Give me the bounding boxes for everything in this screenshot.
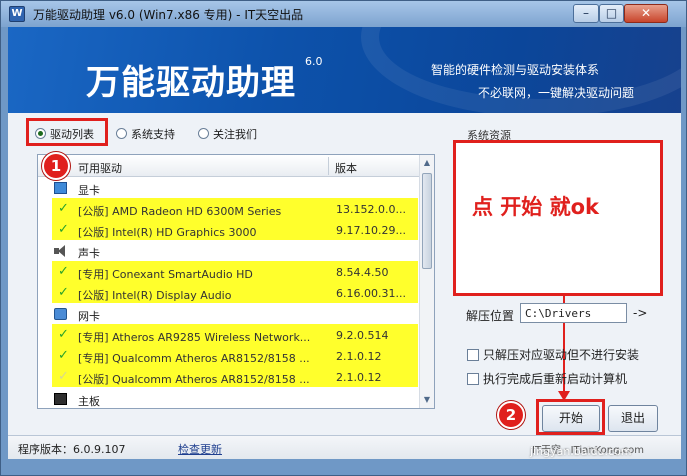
- option-extract-only[interactable]: 只解压对应驱动但不进行安装: [467, 346, 639, 363]
- driver-name: [公版] AMD Radeon HD 6300M Series: [78, 205, 282, 218]
- maximize-button[interactable]: □: [599, 4, 624, 23]
- driver-name: [专用] Atheros AR9285 Wireless Network...: [78, 331, 311, 344]
- driver-version: 2.1.0.12: [336, 371, 382, 384]
- step-badge-2: 2: [497, 401, 525, 429]
- group-label: 网卡: [78, 310, 100, 323]
- group-row-motherboard[interactable]: 主板: [38, 389, 420, 408]
- checkbox[interactable]: [467, 373, 479, 385]
- header-banner: 万能驱动助理 6.0 智能的硬件检测与驱动安装体系 不必联网，一键解决驱动问题: [8, 27, 681, 113]
- option-label: 只解压对应驱动但不进行安装: [483, 348, 640, 362]
- extract-path-input[interactable]: [520, 303, 627, 323]
- check-update-link[interactable]: 检查更新: [178, 441, 222, 457]
- extract-path-label: 解压位置: [466, 309, 515, 323]
- driver-row[interactable]: ✓ [专用] Atheros AR9285 Wireless Network..…: [38, 325, 420, 346]
- group-label: 声卡: [78, 247, 100, 260]
- program-version: 程序版本：6.0.9.107: [18, 443, 126, 456]
- driver-row[interactable]: ✓ [专用] Qualcomm Atheros AR8152/8158 ... …: [38, 346, 420, 367]
- column-header-version[interactable]: 版本: [335, 160, 357, 176]
- list-scrollbar[interactable]: ▲ ▼: [419, 155, 434, 408]
- annotation-box-radio: [26, 118, 108, 146]
- check-icon: ✓: [58, 264, 69, 279]
- checkbox[interactable]: [467, 349, 479, 361]
- banner-title: 万能驱动助理: [86, 63, 296, 103]
- window-title: 万能驱动助理 v6.0 (Win7.x86 专用) - IT天空出品: [33, 8, 304, 22]
- driver-row[interactable]: ✓ [公版] Qualcomm Atheros AR8152/8158 ... …: [38, 367, 420, 388]
- group-label: 显卡: [78, 184, 100, 197]
- group-row-audio[interactable]: 声卡: [38, 241, 420, 262]
- banner-version: 6.0: [305, 55, 323, 68]
- driver-row[interactable]: ✓ [专用] Conexant SmartAudio HD 8.54.4.50: [38, 262, 420, 283]
- driver-name: [专用] Qualcomm Atheros AR8152/8158 ...: [78, 352, 310, 365]
- column-header-driver[interactable]: 可用驱动: [78, 160, 122, 176]
- radio-system-support[interactable]: 系统支持: [116, 126, 175, 142]
- column-separator: [328, 157, 329, 175]
- close-button[interactable]: ✕: [624, 4, 668, 23]
- driver-row[interactable]: ✓ [公版] Intel(R) Display Audio 6.16.00.31…: [38, 283, 420, 304]
- check-icon: ✓: [58, 369, 69, 384]
- option-label: 执行完成后重新启动计算机: [483, 372, 628, 386]
- driver-version: 13.152.0.0...: [336, 203, 406, 216]
- scroll-up-arrow-icon[interactable]: ▲: [421, 156, 433, 170]
- minimize-button[interactable]: –: [573, 4, 599, 23]
- check-icon: ✓: [58, 285, 69, 300]
- check-icon: ✓: [58, 222, 69, 237]
- check-icon: ✓: [58, 348, 69, 363]
- driver-list[interactable]: 可用驱动 版本 显卡 ✓ [公版] AMD Radeon HD 6300M Se…: [37, 154, 435, 409]
- radio-indicator[interactable]: [116, 128, 127, 139]
- annotation-note-box: 点 开始 就ok: [453, 140, 663, 296]
- driver-version: 9.2.0.514: [336, 329, 389, 342]
- driver-version: 6.16.00.31...: [336, 287, 406, 300]
- radio-indicator[interactable]: [198, 128, 209, 139]
- banner-slogan-2: 不必联网，一键解决驱动问题: [478, 86, 635, 100]
- exit-button[interactable]: 退出: [608, 405, 658, 432]
- app-window: W 万能驱动助理 v6.0 (Win7.x86 专用) - IT天空出品 – □…: [0, 0, 687, 476]
- driver-name: [专用] Conexant SmartAudio HD: [78, 268, 253, 281]
- driver-version: 2.1.0.12: [336, 350, 382, 363]
- radio-label: 系统支持: [131, 128, 175, 141]
- step-badge-1: 1: [42, 152, 70, 180]
- scroll-down-arrow-icon[interactable]: ▼: [421, 393, 433, 407]
- speaker-icon: [54, 245, 67, 257]
- annotation-note-text: 点 开始 就ok: [472, 195, 600, 219]
- check-icon: ✓: [58, 327, 69, 342]
- driver-row[interactable]: ✓ [公版] AMD Radeon HD 6300M Series 13.152…: [38, 199, 420, 220]
- network-icon: [54, 308, 67, 320]
- driver-name: [公版] Intel(R) HD Graphics 3000: [78, 226, 257, 239]
- radio-follow-us[interactable]: 关注我们: [198, 126, 257, 142]
- scrollbar-thumb[interactable]: [422, 173, 432, 269]
- check-icon: ✓: [58, 201, 69, 216]
- driver-name: [公版] Qualcomm Atheros AR8152/8158 ...: [78, 373, 310, 386]
- watermark-text: jingyan.baidu.com: [530, 445, 632, 458]
- motherboard-icon: [54, 393, 67, 405]
- annotation-box-start: [536, 399, 605, 435]
- display-icon: [54, 182, 67, 194]
- group-label: 主板: [78, 395, 100, 408]
- radio-label: 关注我们: [213, 128, 257, 141]
- banner-slogan-1: 智能的硬件检测与驱动安装体系: [431, 63, 600, 77]
- driver-version: 8.54.4.50: [336, 266, 389, 279]
- driver-version: 9.17.10.29...: [336, 224, 406, 237]
- driver-name: [公版] Intel(R) Display Audio: [78, 289, 232, 302]
- group-row-display[interactable]: 显卡: [38, 178, 420, 199]
- option-restart-after[interactable]: 执行完成后重新启动计算机: [467, 370, 627, 387]
- driver-row[interactable]: ✓ [公版] Intel(R) HD Graphics 3000 9.17.10…: [38, 220, 420, 241]
- group-row-network[interactable]: 网卡: [38, 304, 420, 325]
- browse-arrow-button[interactable]: ->: [633, 306, 647, 320]
- list-header: 可用驱动 版本: [38, 155, 420, 177]
- app-logo-icon: W: [9, 6, 25, 22]
- title-bar[interactable]: W 万能驱动助理 v6.0 (Win7.x86 专用) - IT天空出品 – □…: [1, 1, 686, 27]
- main-content: 驱动列表 系统支持 关注我们 可用驱动 版本 显卡 ✓ [公版] AMD Rad…: [8, 113, 681, 435]
